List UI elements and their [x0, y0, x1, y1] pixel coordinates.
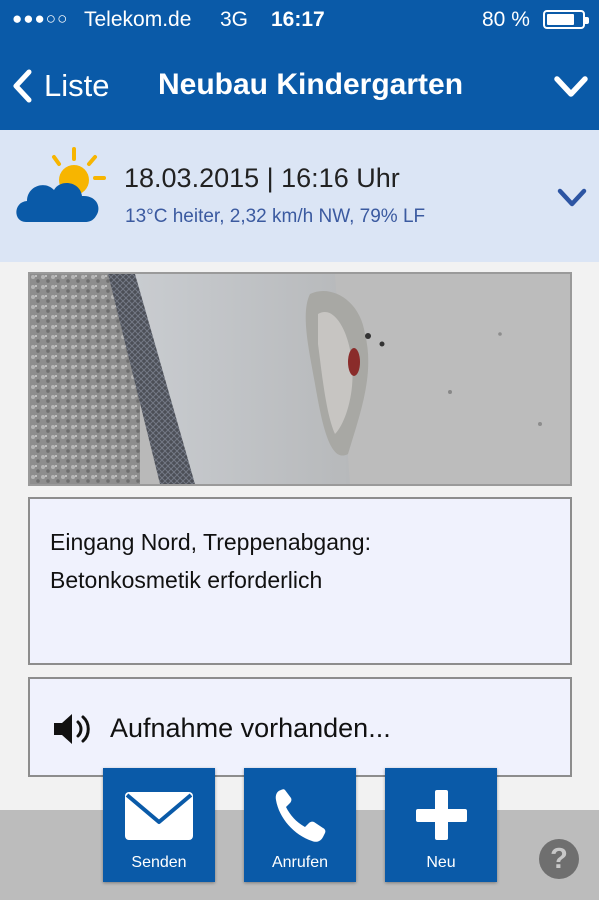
chevron-left-icon — [13, 69, 32, 103]
battery-percent: 80 % — [482, 8, 530, 31]
send-label: Senden — [131, 854, 187, 871]
defect-description[interactable]: Eingang Nord, Treppenabgang: Betonkosmet… — [28, 497, 572, 665]
top-bar: ●●●○○ Telekom.de 3G 16:17 80 % Liste Neu… — [0, 0, 599, 130]
new-label: Neu — [426, 854, 456, 871]
speaker-icon — [54, 714, 90, 744]
send-button[interactable]: Senden — [103, 768, 215, 882]
weather-panel: 18.03.2015 | 16:16 Uhr 13°C heiter, 2,32… — [0, 130, 599, 262]
signal-strength: ●●●○○ — [12, 9, 69, 28]
network-type: 3G — [220, 8, 249, 31]
envelope-icon — [125, 792, 193, 840]
new-button[interactable]: Neu — [385, 768, 497, 882]
partly-sunny-icon — [16, 147, 106, 222]
help-button[interactable]: ? — [539, 839, 579, 879]
page-title: Neubau Kindergarten — [158, 68, 464, 101]
call-label: Anrufen — [271, 854, 329, 871]
back-button[interactable]: Liste — [12, 66, 109, 106]
defect-photo[interactable] — [28, 272, 572, 486]
photo-image — [30, 274, 570, 484]
navigation-bar: Liste Neubau Kindergarten — [0, 40, 599, 130]
audio-recording[interactable]: Aufnahme vorhanden... — [28, 677, 572, 777]
weather-conditions: 13°C heiter, 2,32 km/h NW, 79% LF — [125, 206, 426, 227]
battery-icon — [543, 10, 589, 29]
status-bar: ●●●○○ Telekom.de 3G 16:17 80 % — [0, 0, 599, 40]
clock: 16:17 — [271, 8, 325, 31]
carrier-name: Telekom.de — [84, 8, 192, 31]
audio-label: Aufnahme vorhanden... — [110, 713, 391, 743]
plus-icon — [416, 790, 467, 840]
phone-icon — [275, 789, 326, 842]
back-label: Liste — [44, 68, 110, 103]
call-button[interactable]: Anrufen — [244, 768, 356, 882]
entry-datetime: 18.03.2015 | 16:16 Uhr — [124, 163, 400, 193]
description-line: Betonkosmetik erforderlich — [50, 567, 323, 593]
chevron-down-icon[interactable] — [553, 74, 589, 100]
description-line: Eingang Nord, Treppenabgang: — [50, 529, 371, 555]
chevron-down-icon[interactable] — [556, 187, 588, 209]
